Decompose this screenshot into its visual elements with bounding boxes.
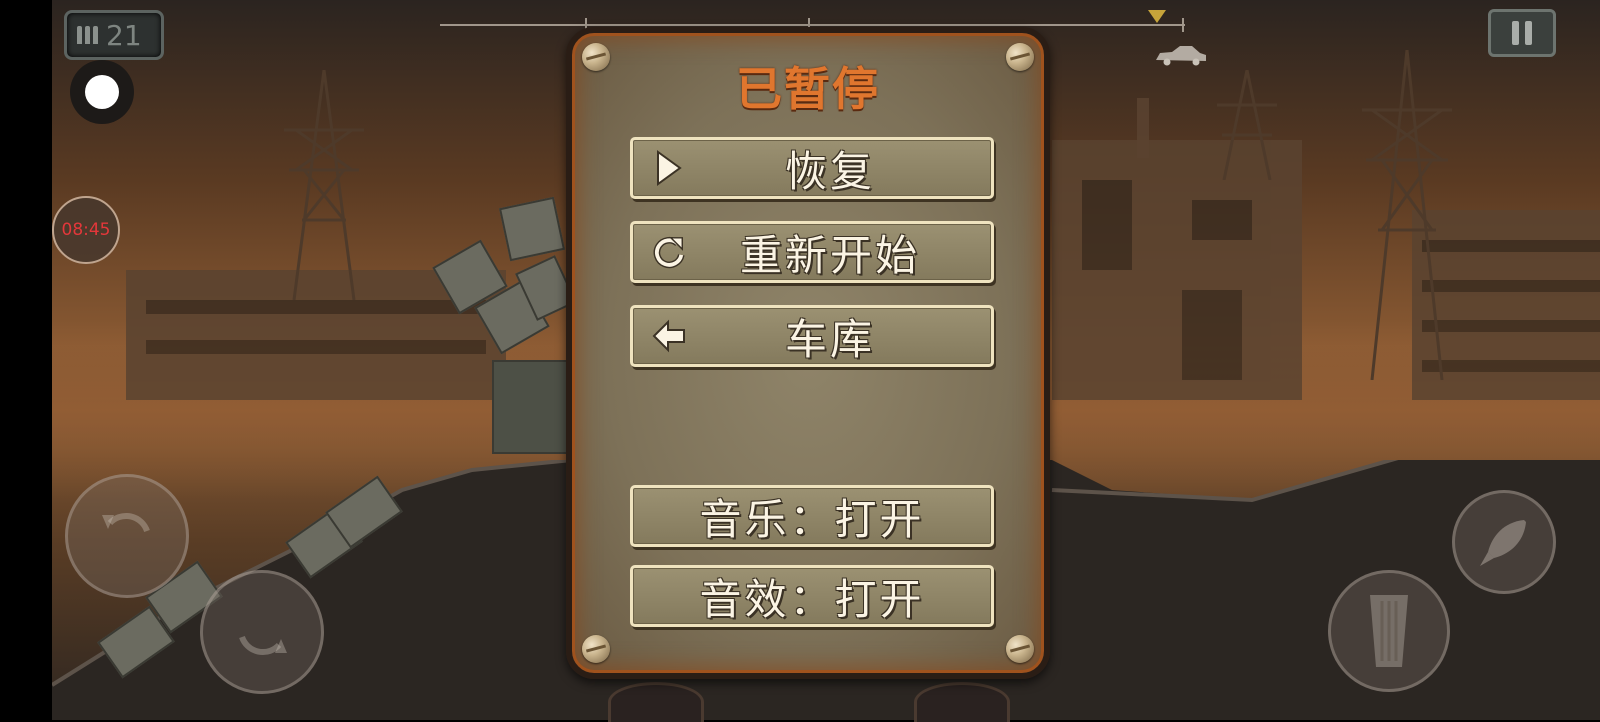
level-progress-track bbox=[440, 18, 1185, 32]
sound-effects-toggle-button[interactable]: 音效：打开 bbox=[630, 565, 994, 627]
rivet-icon bbox=[1006, 635, 1034, 663]
resume-button[interactable]: 恢复 bbox=[630, 137, 994, 199]
rotate-left-icon bbox=[102, 512, 150, 533]
crate bbox=[498, 196, 566, 262]
restart-button[interactable]: 重新开始 bbox=[630, 221, 994, 283]
rocket-boost-button[interactable] bbox=[1452, 490, 1556, 594]
rivet-icon bbox=[582, 635, 610, 663]
pause-menu-panel: 已暂停 恢复 重新开始 车库 音乐：打开 音效：打开 bbox=[566, 27, 1050, 679]
power-tower-right bbox=[1362, 50, 1452, 380]
gas-pedal-button[interactable] bbox=[1328, 570, 1450, 692]
music-toggle-label: 音乐：打开 bbox=[699, 494, 925, 544]
fuel-gauge bbox=[914, 682, 1010, 722]
power-tower-left bbox=[284, 70, 364, 300]
rotate-right-icon bbox=[239, 635, 287, 656]
sound-effects-toggle-label: 音效：打开 bbox=[699, 574, 925, 624]
back-arrow-icon bbox=[651, 318, 687, 354]
timer-badge: 08:45 bbox=[52, 196, 120, 264]
music-toggle-button[interactable]: 音乐：打开 bbox=[630, 485, 994, 547]
player-vehicle bbox=[492, 360, 570, 454]
restart-icon bbox=[651, 234, 687, 270]
bullets-icon bbox=[77, 26, 98, 44]
rotate-left-control[interactable] bbox=[65, 474, 189, 598]
pause-title: 已暂停 bbox=[736, 62, 880, 116]
progress-marker-icon bbox=[1148, 10, 1166, 23]
play-icon bbox=[651, 150, 687, 186]
rotate-right-control[interactable] bbox=[200, 570, 324, 694]
rocket-icon bbox=[1480, 520, 1526, 566]
pause-button[interactable] bbox=[1488, 9, 1556, 57]
speed-gauge bbox=[608, 682, 704, 722]
ammo-counter: 21 bbox=[64, 10, 164, 60]
garage-button[interactable]: 车库 bbox=[630, 305, 994, 367]
power-tower-mid bbox=[1217, 70, 1277, 180]
car-icon bbox=[1156, 46, 1206, 66]
timer-text: 08:45 bbox=[61, 220, 111, 240]
record-dot-icon[interactable] bbox=[70, 60, 134, 124]
pause-icon bbox=[1512, 21, 1519, 45]
ammo-count: 21 bbox=[106, 18, 142, 52]
factory-chimney bbox=[1137, 98, 1149, 158]
gas-pedal-icon bbox=[1370, 595, 1408, 667]
